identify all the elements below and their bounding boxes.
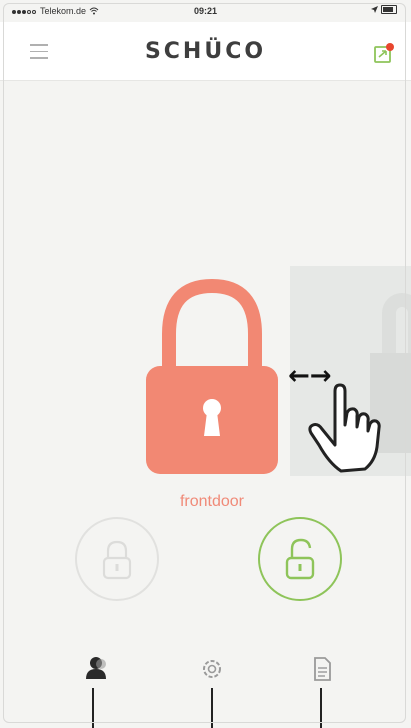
- padlock-closed-icon[interactable]: [142, 276, 282, 476]
- notification-icon[interactable]: [373, 42, 395, 64]
- document-icon[interactable]: [307, 654, 337, 684]
- status-bar: Telekom.de 09:21: [0, 0, 411, 22]
- brand-logo: SCHÜCO: [144, 39, 267, 64]
- battery-icon: [381, 5, 397, 14]
- tab-bar: [0, 640, 411, 728]
- next-device-lock-shackle: [382, 293, 411, 355]
- unlock-button[interactable]: [258, 517, 342, 601]
- device-name-label: frontdoor: [179, 493, 245, 510]
- location-arrow-icon: [371, 6, 378, 13]
- user-icon[interactable]: [81, 654, 111, 684]
- lock-button[interactable]: [75, 517, 159, 601]
- nav-bar: SCHÜCO: [0, 22, 411, 81]
- swipe-hand-icon: [308, 383, 381, 473]
- callout-line-user: [92, 688, 94, 728]
- padlock-open-icon: [285, 538, 315, 580]
- settings-gear-icon[interactable]: [197, 654, 227, 684]
- callout-line-settings: [211, 688, 213, 728]
- padlock-closed-small-icon: [102, 540, 132, 580]
- clock: 09:21: [193, 6, 218, 16]
- app-screen: Telekom.de 09:21 SCHÜCO frontdoor ←→: [0, 0, 411, 728]
- main-content: frontdoor ←→: [0, 81, 411, 728]
- status-right: [371, 5, 397, 14]
- callout-line-document: [320, 688, 322, 728]
